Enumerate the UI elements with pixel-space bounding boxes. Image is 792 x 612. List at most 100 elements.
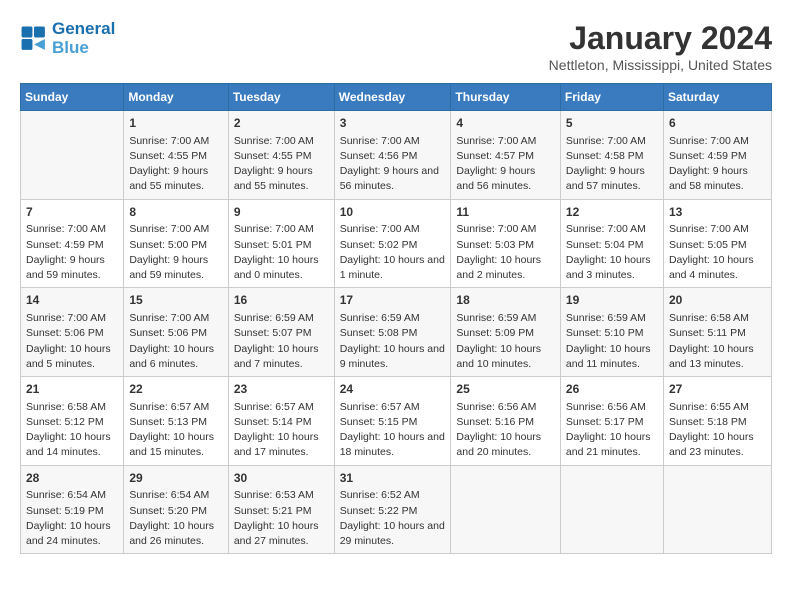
- day-info: Sunrise: 6:58 AMSunset: 5:11 PMDaylight:…: [669, 311, 766, 372]
- day-info: Sunrise: 7:00 AMSunset: 5:03 PMDaylight:…: [456, 222, 555, 283]
- calendar-day-cell: 11Sunrise: 7:00 AMSunset: 5:03 PMDayligh…: [451, 199, 561, 288]
- day-info: Sunrise: 7:00 AMSunset: 5:01 PMDaylight:…: [234, 222, 329, 283]
- day-info: Sunrise: 7:00 AMSunset: 5:06 PMDaylight:…: [26, 311, 118, 372]
- calendar-day-cell: 8Sunrise: 7:00 AMSunset: 5:00 PMDaylight…: [124, 199, 228, 288]
- day-number: 17: [340, 292, 446, 309]
- day-info: Sunrise: 6:59 AMSunset: 5:10 PMDaylight:…: [566, 311, 658, 372]
- day-number: 10: [340, 204, 446, 221]
- day-number: 12: [566, 204, 658, 221]
- calendar-week-row: 21 Sunrise: 6:58 AMSunset: 5:12 PMDayligh…: [21, 377, 772, 466]
- day-info: Sunrise: 7:00 AMSunset: 4:55 PMDaylight:…: [129, 134, 222, 195]
- calendar-day-cell: 20 Sunrise: 6:58 AMSunset: 5:11 PMDayligh…: [663, 288, 771, 377]
- weekday-header: Friday: [560, 84, 663, 111]
- day-info: Sunrise: 7:00 AMSunset: 5:04 PMDaylight:…: [566, 222, 658, 283]
- calendar-day-cell: 12Sunrise: 7:00 AMSunset: 5:04 PMDayligh…: [560, 199, 663, 288]
- weekday-header: Monday: [124, 84, 228, 111]
- day-number: 20: [669, 292, 766, 309]
- day-number: 1: [129, 115, 222, 132]
- day-info: Sunrise: 7:00 AMSunset: 5:00 PMDaylight:…: [129, 222, 222, 283]
- calendar-day-cell: 13Sunrise: 7:00 AMSunset: 5:05 PMDayligh…: [663, 199, 771, 288]
- day-number: 21: [26, 381, 118, 398]
- day-number: 15: [129, 292, 222, 309]
- calendar-day-cell: 17 Sunrise: 6:59 AMSunset: 5:08 PMDayligh…: [334, 288, 451, 377]
- day-number: 16: [234, 292, 329, 309]
- day-number: 23: [234, 381, 329, 398]
- calendar-day-cell: 15 Sunrise: 7:00 AMSunset: 5:06 PMDayligh…: [124, 288, 228, 377]
- calendar-day-cell: 14 Sunrise: 7:00 AMSunset: 5:06 PMDayligh…: [21, 288, 124, 377]
- day-number: 11: [456, 204, 555, 221]
- calendar-day-cell: 26Sunrise: 6:56 AMSunset: 5:17 PMDayligh…: [560, 377, 663, 466]
- calendar-title: January 2024: [549, 20, 772, 57]
- day-info: Sunrise: 7:00 AMSunset: 5:02 PMDaylight:…: [340, 222, 446, 283]
- calendar-day-cell: 2 Sunrise: 7:00 AMSunset: 4:55 PMDaylight…: [228, 111, 334, 200]
- day-info: Sunrise: 6:59 AMSunset: 5:07 PMDaylight:…: [234, 311, 329, 372]
- calendar-day-cell: 6Sunrise: 7:00 AMSunset: 4:59 PMDaylight…: [663, 111, 771, 200]
- calendar-day-cell: [560, 465, 663, 554]
- calendar-day-cell: 25 Sunrise: 6:56 AMSunset: 5:16 PMDayligh…: [451, 377, 561, 466]
- day-info: Sunrise: 7:00 AMSunset: 5:06 PMDaylight:…: [129, 311, 222, 372]
- day-info: Sunrise: 7:00 AMSunset: 4:57 PMDaylight:…: [456, 134, 555, 195]
- day-number: 18: [456, 292, 555, 309]
- weekday-header: Saturday: [663, 84, 771, 111]
- calendar-day-cell: 27 Sunrise: 6:55 AMSunset: 5:18 PMDayligh…: [663, 377, 771, 466]
- day-info: Sunrise: 7:00 AMSunset: 4:58 PMDaylight:…: [566, 134, 658, 195]
- calendar-day-cell: 3 Sunrise: 7:00 AMSunset: 4:56 PMDaylight…: [334, 111, 451, 200]
- day-number: 22: [129, 381, 222, 398]
- day-number: 31: [340, 470, 446, 487]
- calendar-day-cell: [451, 465, 561, 554]
- day-number: 27: [669, 381, 766, 398]
- calendar-day-cell: 4 Sunrise: 7:00 AMSunset: 4:57 PMDaylight…: [451, 111, 561, 200]
- weekday-header: Sunday: [21, 84, 124, 111]
- day-info: Sunrise: 6:56 AMSunset: 5:16 PMDaylight:…: [456, 400, 555, 461]
- day-info: Sunrise: 6:54 AMSunset: 5:19 PMDaylight:…: [26, 488, 118, 549]
- day-number: 24: [340, 381, 446, 398]
- logo: General Blue: [20, 20, 115, 57]
- calendar-day-cell: 18Sunrise: 6:59 AMSunset: 5:09 PMDayligh…: [451, 288, 561, 377]
- calendar-day-cell: [663, 465, 771, 554]
- day-info: Sunrise: 6:57 AMSunset: 5:13 PMDaylight:…: [129, 400, 222, 461]
- calendar-day-cell: [21, 111, 124, 200]
- logo-icon: [20, 25, 48, 53]
- day-info: Sunrise: 6:55 AMSunset: 5:18 PMDaylight:…: [669, 400, 766, 461]
- day-info: Sunrise: 6:52 AMSunset: 5:22 PMDaylight:…: [340, 488, 446, 549]
- calendar-day-cell: 5Sunrise: 7:00 AMSunset: 4:58 PMDaylight…: [560, 111, 663, 200]
- day-info: Sunrise: 7:00 AMSunset: 5:05 PMDaylight:…: [669, 222, 766, 283]
- day-number: 9: [234, 204, 329, 221]
- calendar-day-cell: 29Sunrise: 6:54 AMSunset: 5:20 PMDayligh…: [124, 465, 228, 554]
- calendar-day-cell: 7Sunrise: 7:00 AMSunset: 4:59 PMDaylight…: [21, 199, 124, 288]
- calendar-day-cell: 24 Sunrise: 6:57 AMSunset: 5:15 PMDayligh…: [334, 377, 451, 466]
- day-info: Sunrise: 6:59 AMSunset: 5:08 PMDaylight:…: [340, 311, 446, 372]
- calendar-day-cell: 1 Sunrise: 7:00 AMSunset: 4:55 PMDaylight…: [124, 111, 228, 200]
- day-number: 28: [26, 470, 118, 487]
- day-info: Sunrise: 6:57 AMSunset: 5:14 PMDaylight:…: [234, 400, 329, 461]
- day-number: 6: [669, 115, 766, 132]
- title-block: January 2024 Nettleton, Mississippi, Uni…: [549, 20, 772, 73]
- day-number: 7: [26, 204, 118, 221]
- day-number: 4: [456, 115, 555, 132]
- day-info: Sunrise: 7:00 AMSunset: 4:56 PMDaylight:…: [340, 134, 446, 195]
- calendar-day-cell: 10Sunrise: 7:00 AMSunset: 5:02 PMDayligh…: [334, 199, 451, 288]
- calendar-week-row: 14 Sunrise: 7:00 AMSunset: 5:06 PMDayligh…: [21, 288, 772, 377]
- day-info: Sunrise: 6:58 AMSunset: 5:12 PMDaylight:…: [26, 400, 118, 461]
- calendar-week-row: 7Sunrise: 7:00 AMSunset: 4:59 PMDaylight…: [21, 199, 772, 288]
- calendar-day-cell: 9Sunrise: 7:00 AMSunset: 5:01 PMDaylight…: [228, 199, 334, 288]
- calendar-subtitle: Nettleton, Mississippi, United States: [549, 57, 772, 73]
- day-number: 8: [129, 204, 222, 221]
- day-number: 3: [340, 115, 446, 132]
- day-info: Sunrise: 7:00 AMSunset: 4:55 PMDaylight:…: [234, 134, 329, 195]
- day-number: 14: [26, 292, 118, 309]
- calendar-day-cell: 21 Sunrise: 6:58 AMSunset: 5:12 PMDayligh…: [21, 377, 124, 466]
- calendar-day-cell: 31Sunrise: 6:52 AMSunset: 5:22 PMDayligh…: [334, 465, 451, 554]
- day-number: 30: [234, 470, 329, 487]
- calendar-week-row: 1 Sunrise: 7:00 AMSunset: 4:55 PMDaylight…: [21, 111, 772, 200]
- day-info: Sunrise: 6:56 AMSunset: 5:17 PMDaylight:…: [566, 400, 658, 461]
- day-number: 2: [234, 115, 329, 132]
- calendar-week-row: 28Sunrise: 6:54 AMSunset: 5:19 PMDayligh…: [21, 465, 772, 554]
- weekday-header-row: SundayMondayTuesdayWednesdayThursdayFrid…: [21, 84, 772, 111]
- day-info: Sunrise: 6:57 AMSunset: 5:15 PMDaylight:…: [340, 400, 446, 461]
- page-header: General Blue January 2024 Nettleton, Mis…: [20, 20, 772, 73]
- day-number: 25: [456, 381, 555, 398]
- calendar-table: SundayMondayTuesdayWednesdayThursdayFrid…: [20, 83, 772, 554]
- calendar-day-cell: 28Sunrise: 6:54 AMSunset: 5:19 PMDayligh…: [21, 465, 124, 554]
- day-number: 13: [669, 204, 766, 221]
